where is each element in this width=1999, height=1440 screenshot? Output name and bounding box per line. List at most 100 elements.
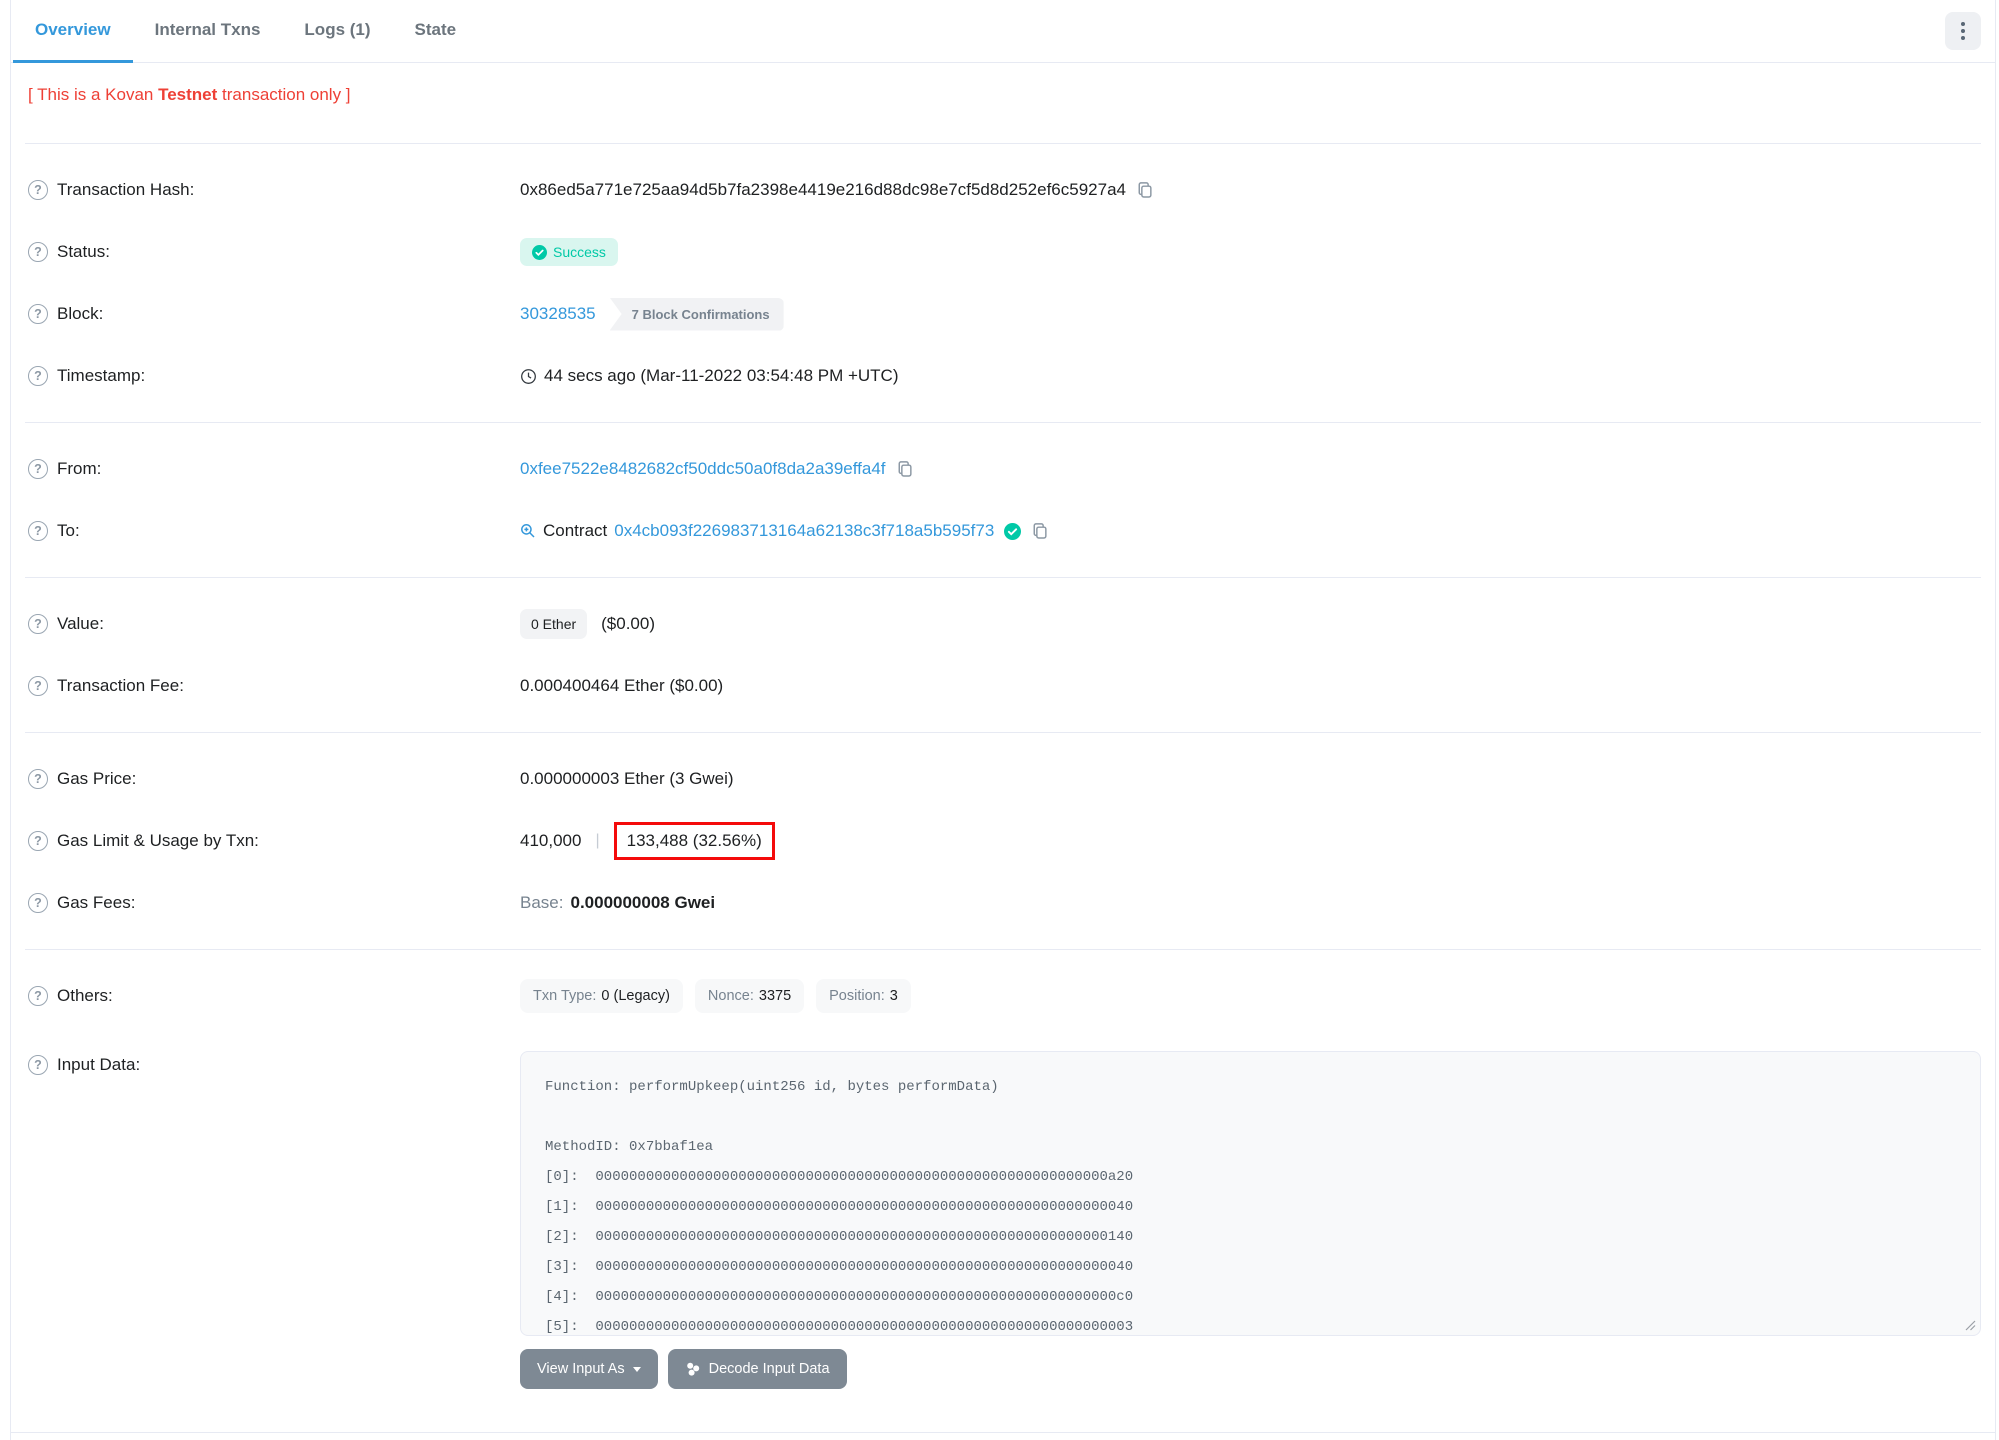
divider bbox=[25, 143, 1981, 144]
help-icon[interactable] bbox=[28, 180, 48, 200]
base-fee-value: 0.000000008 Gwei bbox=[570, 893, 716, 912]
help-icon[interactable] bbox=[28, 614, 48, 634]
warning-text-prefix: [ This is a Kovan bbox=[28, 85, 159, 104]
position-key: Position: bbox=[829, 988, 885, 1004]
row-status: Status: Success bbox=[11, 221, 1995, 283]
gas-fees-label: Gas Fees: bbox=[57, 893, 136, 912]
warning-text-bold: Testnet bbox=[158, 85, 218, 104]
decompile-bytecode-button[interactable] bbox=[520, 523, 536, 539]
txn-type-value: 0 (Legacy) bbox=[601, 988, 670, 1004]
row-gas-price: Gas Price: 0.000000003 Ether (3 Gwei) bbox=[11, 748, 1995, 810]
transaction-fee-value: 0.000400464 Ether ($0.00) bbox=[520, 676, 724, 695]
help-icon[interactable] bbox=[28, 831, 48, 851]
gas-usage-value: 133,488 (32.56%) bbox=[626, 831, 762, 850]
tab-bar: Overview Internal Txns Logs (1) State bbox=[11, 0, 1995, 63]
nonce-value: 3375 bbox=[758, 988, 792, 1004]
status-label: Status: bbox=[57, 242, 110, 261]
testnet-warning: [ This is a Kovan Testnet transaction on… bbox=[28, 83, 1978, 107]
from-address-link[interactable]: 0xfee7522e8482682cf50ddc50a0f8da2a39effa… bbox=[520, 459, 886, 479]
ether-value-badge: 0 Ether bbox=[520, 609, 588, 639]
view-input-as-label: View Input As bbox=[537, 1361, 625, 1377]
block-number-link[interactable]: 30328535 bbox=[520, 304, 596, 324]
warning-text-suffix: transaction only ] bbox=[217, 85, 351, 104]
position-value: 3 bbox=[889, 988, 898, 1004]
timestamp-value: 44 secs ago (Mar-11-2022 03:54:48 PM +UT… bbox=[544, 366, 899, 385]
row-value: Value: 0 Ether ($0.00) bbox=[11, 593, 1995, 655]
gas-separator: | bbox=[595, 832, 600, 849]
tab-internal-txns[interactable]: Internal Txns bbox=[133, 0, 283, 63]
copy-from-button[interactable] bbox=[896, 460, 914, 478]
group-hash-status-block-time: Transaction Hash: 0x86ed5a771e725aa94d5b… bbox=[11, 159, 1995, 407]
row-transaction-hash: Transaction Hash: 0x86ed5a771e725aa94d5b… bbox=[11, 159, 1995, 221]
input-data-content: Function: performUpkeep(uint256 id, byte… bbox=[545, 1079, 1134, 1335]
row-from: From: 0xfee7522e8482682cf50ddc50a0f8da2a… bbox=[11, 438, 1995, 500]
divider bbox=[25, 422, 1981, 423]
input-data-actions: View Input As Decode Input Data bbox=[520, 1349, 1981, 1389]
divider bbox=[25, 732, 1981, 733]
others-label: Others: bbox=[57, 986, 113, 1005]
transaction-overview-card: Overview Internal Txns Logs (1) State [ … bbox=[10, 0, 1996, 1440]
help-icon[interactable] bbox=[28, 366, 48, 386]
row-input-data: Input Data: Function: performUpkeep(uint… bbox=[11, 1027, 1995, 1389]
verified-contract-check-icon bbox=[1004, 522, 1022, 540]
help-icon[interactable] bbox=[28, 459, 48, 479]
timestamp-label: Timestamp: bbox=[57, 366, 146, 385]
gas-price-label: Gas Price: bbox=[57, 769, 137, 788]
gas-limit-value: 410,000 bbox=[520, 831, 582, 850]
copy-icon bbox=[1033, 523, 1047, 539]
input-data-label: Input Data: bbox=[57, 1055, 141, 1074]
row-to: To: Contract 0x4cb093f226983713164a62138… bbox=[11, 500, 1995, 562]
nonce-badge: Nonce: 3375 bbox=[694, 979, 805, 1013]
tab-state[interactable]: State bbox=[393, 0, 479, 63]
magnifier-icon bbox=[521, 524, 535, 538]
check-circle-icon bbox=[532, 244, 547, 260]
help-icon[interactable] bbox=[28, 521, 48, 541]
tab-logs[interactable]: Logs (1) bbox=[282, 0, 392, 63]
block-confirmations-badge: 7 Block Confirmations bbox=[609, 297, 784, 331]
status-badge: Success bbox=[520, 238, 618, 266]
help-icon[interactable] bbox=[28, 304, 48, 324]
kebab-dot-icon bbox=[1961, 36, 1965, 40]
kebab-dot-icon bbox=[1961, 22, 1965, 26]
to-contract-address-link[interactable]: 0x4cb093f226983713164a62138c3f718a5b595f… bbox=[614, 521, 994, 541]
to-label: To: bbox=[57, 521, 80, 540]
resize-handle-icon[interactable] bbox=[1964, 1319, 1976, 1331]
annotation-highlight-box: 133,488 (32.56%) bbox=[613, 822, 775, 860]
help-icon[interactable] bbox=[28, 242, 48, 262]
row-block: Block: 30328535 7 Block Confirmations bbox=[11, 283, 1995, 345]
status-badge-text: Success bbox=[553, 244, 606, 260]
copy-hash-button[interactable] bbox=[1136, 181, 1154, 199]
gas-limit-usage-label: Gas Limit & Usage by Txn: bbox=[57, 831, 259, 850]
group-gas: Gas Price: 0.000000003 Ether (3 Gwei) Ga… bbox=[11, 748, 1995, 934]
bottom-divider bbox=[11, 1432, 1995, 1433]
value-label: Value: bbox=[57, 614, 104, 633]
copy-to-button[interactable] bbox=[1031, 522, 1049, 540]
row-gas-fees: Gas Fees: Base: 0.000000008 Gwei bbox=[11, 872, 1995, 934]
base-fee-label: Base: bbox=[520, 893, 564, 912]
kebab-dot-icon bbox=[1961, 29, 1965, 33]
group-value-fee: Value: 0 Ether ($0.00) Transaction Fee: … bbox=[11, 593, 1995, 717]
kebab-menu-button[interactable] bbox=[1945, 12, 1981, 50]
row-transaction-fee: Transaction Fee: 0.000400464 Ether ($0.0… bbox=[11, 655, 1995, 717]
position-badge: Position: 3 bbox=[816, 979, 911, 1013]
block-label: Block: bbox=[57, 304, 104, 323]
transaction-hash-label: Transaction Hash: bbox=[57, 180, 195, 199]
from-label: From: bbox=[57, 459, 102, 478]
divider bbox=[25, 949, 1981, 950]
help-icon[interactable] bbox=[28, 986, 48, 1006]
help-icon[interactable] bbox=[28, 1055, 48, 1075]
decode-input-data-label: Decode Input Data bbox=[708, 1361, 830, 1377]
gas-price-value: 0.000000003 Ether (3 Gwei) bbox=[520, 769, 734, 788]
tab-overview[interactable]: Overview bbox=[13, 0, 133, 63]
copy-icon bbox=[898, 461, 912, 477]
transaction-fee-label: Transaction Fee: bbox=[57, 676, 184, 695]
help-icon[interactable] bbox=[28, 769, 48, 789]
input-data-textarea[interactable]: Function: performUpkeep(uint256 id, byte… bbox=[520, 1051, 1981, 1336]
chevron-down-icon bbox=[632, 1366, 641, 1372]
transaction-hash-value: 0x86ed5a771e725aa94d5b7fa2398e4419e216d8… bbox=[520, 180, 1126, 199]
help-icon[interactable] bbox=[28, 676, 48, 696]
help-icon[interactable] bbox=[28, 893, 48, 913]
view-input-as-button[interactable]: View Input As bbox=[520, 1349, 658, 1389]
copy-icon bbox=[1138, 182, 1152, 198]
decode-input-data-button[interactable]: Decode Input Data bbox=[667, 1349, 847, 1389]
